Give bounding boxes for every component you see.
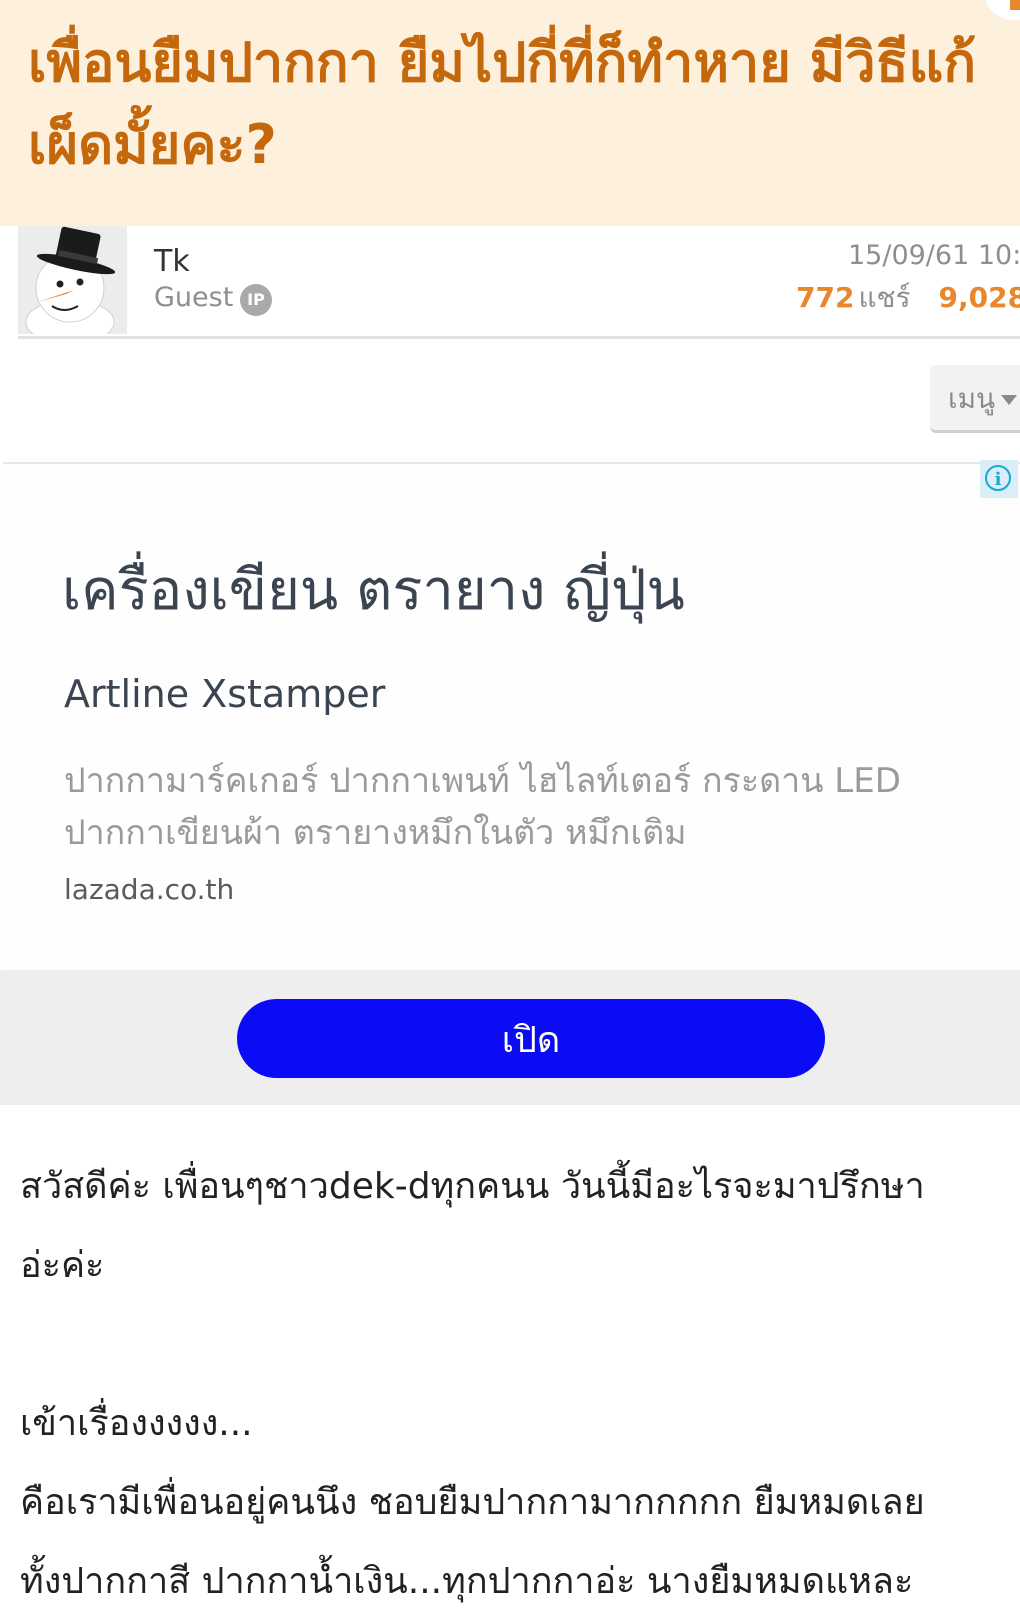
view-count: 9,028 — [938, 281, 1020, 314]
menu-button[interactable]: เมนู — [930, 365, 1020, 433]
caret-down-icon — [1001, 395, 1018, 405]
share-count: 772 — [796, 281, 855, 314]
menu-label: เมนู — [948, 382, 996, 415]
ad-brand[interactable]: Artline Xstamper — [64, 672, 385, 716]
corner-badge-mark — [1010, 0, 1020, 10]
author-role: Guest — [154, 282, 234, 313]
ad-domain[interactable]: lazada.co.th — [64, 873, 234, 906]
ad-description-line-1: ปากกามาร์คเกอร์ ปากกาเพนท์ ไฮไลท์เตอร์ ก… — [64, 761, 901, 801]
ad-description: ปากกามาร์คเกอร์ ปากกาเพนท์ ไฮไลท์เตอร์ ก… — [64, 755, 994, 859]
post-date: 15/09/61 10:5 — [848, 240, 1020, 271]
topic-header: เพื่อนยืมปากกา ยืมไปกี่ที่ก็ทำหาย มีวิธี… — [0, 0, 1020, 226]
ad-info-button[interactable]: i — [980, 460, 1018, 498]
post-body-line: ทั้งปากกาสี ปากกาน้ำเงิน...ทุกปากกาอ่ะ น… — [20, 1561, 914, 1602]
ip-badge: IP — [240, 284, 272, 316]
topic-title: เพื่อนยืมปากกา ยืมไปกี่ที่ก็ทำหาย มีวิธี… — [28, 31, 977, 176]
post-body-line: อ่ะค่ะ — [20, 1245, 105, 1286]
post-body-line: เข้าเรื่องงงงง... — [20, 1403, 253, 1444]
ad-description-line-2: ปากกาเขียนผ้า ตรายางหมึกในตัว หมึกเติม — [64, 813, 687, 853]
info-icon: i — [985, 465, 1011, 491]
ad-open-button[interactable]: เปิด — [237, 999, 825, 1078]
author-bar: Tk Guest IP 15/09/61 10:5 772 แชร์ 9,028 — [18, 226, 1020, 339]
snowman-avatar-icon[interactable] — [18, 226, 127, 334]
ad-headline[interactable]: เครื่องเขียน ตรายาง ญี่ปุ่น — [62, 545, 685, 634]
share-label: แชร์ — [858, 281, 911, 314]
post-stats: 772 แชร์ 9,028 — [796, 276, 1020, 320]
post-body-line: สวัสดีค่ะ เพื่อนๆชาวdek-dทุกคนน วันนี้มี… — [20, 1166, 925, 1207]
author-name[interactable]: Tk — [154, 244, 190, 279]
post-body-line: คือเรามีเพื่อนอยู่คนนึง ชอบยืมปากกามากกก… — [20, 1482, 925, 1523]
